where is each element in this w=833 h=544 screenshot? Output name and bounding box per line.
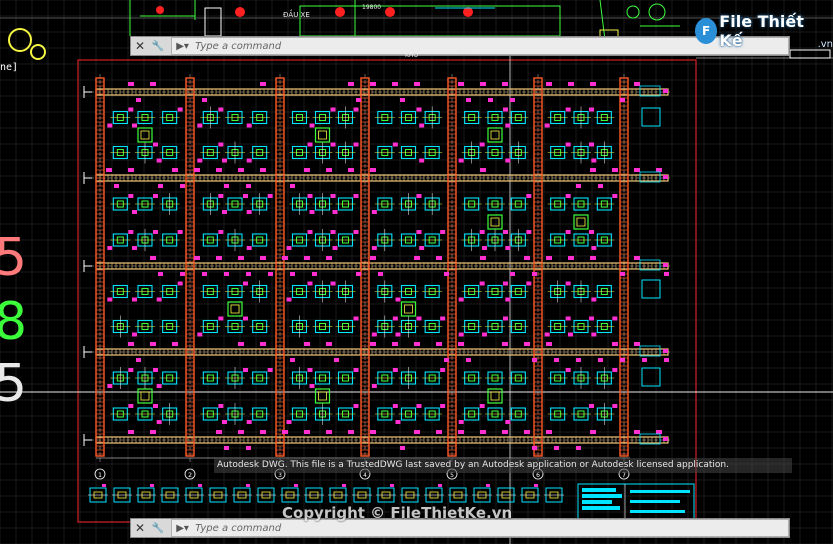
copyright-watermark: Copyright © FileThietKe.vn <box>282 504 513 522</box>
axis-label: 1 <box>98 472 102 479</box>
left-digit-3: 5 <box>0 354 28 414</box>
axis-label: 2 <box>188 472 192 479</box>
axis-label: 3 <box>278 472 282 479</box>
command-line-top: ✕ 🔧 ▶▾ <box>130 36 790 56</box>
left-text-fragment: ne] <box>0 62 19 73</box>
wrench-icon[interactable]: 🔧 <box>149 37 167 55</box>
close-icon[interactable]: ✕ <box>131 519 149 537</box>
detail-strip <box>88 484 564 503</box>
axis-label: 4 <box>363 472 367 479</box>
left-digit-1: 5 <box>0 228 28 288</box>
layout-frame <box>77 59 697 523</box>
logo-domain: .vn <box>817 39 833 50</box>
prompt-icon[interactable]: ▶▾ <box>172 41 193 52</box>
foundation-plan[interactable]: 1 2 3 4 5 6 7 <box>83 74 670 480</box>
left-digit-2: 8 <box>0 292 28 352</box>
dimension-label: 19800 <box>362 4 381 11</box>
title-block <box>577 483 695 521</box>
close-icon[interactable]: ✕ <box>131 37 149 55</box>
axis-label: 7 <box>622 472 626 479</box>
site-logo: F File Thiết Kế .vn <box>695 12 833 50</box>
axis-label: 5 <box>450 472 454 479</box>
entry-label: ĐẦU XE <box>283 9 310 19</box>
command-input[interactable] <box>193 521 788 535</box>
axis-label: 6 <box>536 472 540 479</box>
wrench-icon[interactable]: 🔧 <box>149 519 167 537</box>
logo-name: File Thiết Kế <box>719 12 804 50</box>
file-tooltip: Autodesk DWG. This file is a TrustedDWG … <box>214 458 792 473</box>
logo-badge-icon: F <box>695 18 718 44</box>
prompt-icon[interactable]: ▶▾ <box>172 523 193 534</box>
